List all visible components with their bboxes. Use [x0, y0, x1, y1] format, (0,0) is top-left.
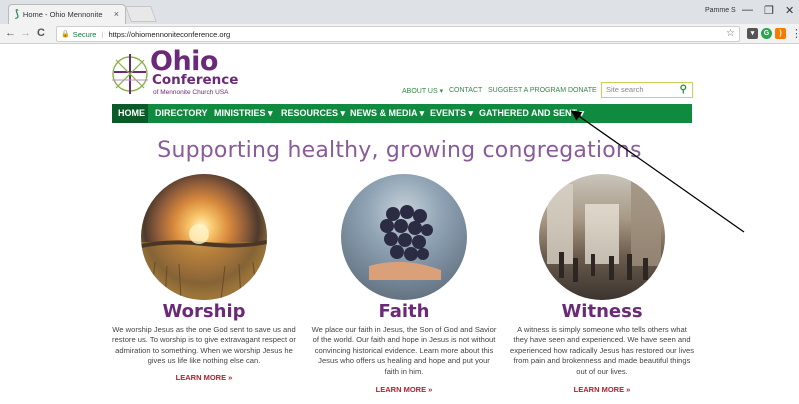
browser-tab-bar: ⟆ Home - Ohio Mennonite × Pamme S — ❐ ✕ — [0, 0, 799, 24]
nav-news-media[interactable]: NEWS & MEDIA ▾ — [350, 108, 424, 119]
faith-heading: Faith — [378, 301, 430, 322]
faith-description: We place our faith in Jesus, the Son of … — [302, 325, 506, 377]
worship-line: gives us life like nothing else can. — [147, 356, 261, 366]
reload-button[interactable]: C — [37, 27, 45, 39]
faith-learn-more-link[interactable]: LEARN MORE » — [341, 385, 467, 394]
browser-tab[interactable]: ⟆ Home - Ohio Mennonite × — [8, 4, 126, 24]
bookmark-star-icon[interactable]: ☆ — [726, 28, 735, 39]
witness-heading: Witness — [561, 301, 643, 322]
worship-line: We worship Jesus as the one God sent to … — [112, 325, 296, 334]
search-placeholder: Site search — [606, 85, 644, 94]
hero-heading: Supporting healthy, growing congregation… — [157, 138, 642, 163]
browser-menu-icon[interactable]: ⋮ — [791, 27, 799, 40]
grammarly-extension-icon[interactable]: G — [761, 28, 772, 39]
lock-icon: 🔒 — [61, 31, 70, 38]
witness-learn-more-link[interactable]: LEARN MORE » — [539, 385, 665, 394]
witness-line: from pain and brokenness and made beauti… — [513, 356, 691, 366]
main-navigation: HOME DIRECTORY MINISTRIES ▾ RESOURCES ▾ … — [112, 104, 692, 123]
witness-description: A witness is simply someone who tells ot… — [500, 325, 704, 377]
faith-line: Jesus who offers us healing and hope and… — [318, 356, 490, 366]
worship-line: admiration to something. When we worship… — [115, 345, 293, 355]
nav-events[interactable]: EVENTS ▾ — [430, 108, 473, 119]
close-window-button[interactable]: ✕ — [785, 4, 794, 17]
nav-about-us[interactable]: ABOUT US ▾ — [402, 87, 443, 95]
site-favicon-icon: ⟆ — [15, 9, 19, 20]
tab-title: Home - Ohio Mennonite — [22, 10, 103, 19]
witness-line: out of our lives. — [576, 366, 628, 376]
site-search-input[interactable]: Site search ⚲ — [601, 82, 693, 98]
witness-line: A witness is simply someone who tells ot… — [517, 325, 687, 334]
logo-subtitle: Conference — [152, 72, 239, 88]
logo-tagline: of Mennonite Church USA — [153, 89, 229, 96]
minimize-button[interactable]: — — [742, 4, 753, 16]
worship-description: We worship Jesus as the one God sent to … — [103, 325, 305, 367]
witness-line: they have seen and experienced. We have … — [513, 335, 691, 345]
nav-ministries[interactable]: MINISTRIES ▾ — [214, 108, 273, 119]
rss-extension-icon[interactable]: ) — [775, 28, 786, 39]
worship-image[interactable] — [141, 174, 267, 300]
faith-line: We place our faith in Jesus, the Son of … — [311, 325, 497, 334]
nav-home[interactable]: HOME — [118, 108, 145, 118]
worship-learn-more-link[interactable]: LEARN MORE » — [141, 373, 267, 382]
witness-line: experienced how radically Jesus has rest… — [509, 345, 695, 355]
nav-resources[interactable]: RESOURCES ▾ — [281, 108, 345, 119]
nav-suggest-program[interactable]: SUGGEST A PROGRAM — [488, 87, 566, 94]
faith-image[interactable] — [341, 174, 467, 300]
secure-label: Secure — [72, 29, 97, 39]
back-button[interactable]: ← — [5, 27, 16, 39]
worship-line: restore us. To worship is to give extrav… — [112, 335, 296, 345]
url-text[interactable]: https://ohiomennoniteconference.org — [108, 30, 230, 39]
pocket-extension-icon[interactable]: ▾ — [747, 28, 758, 39]
forward-button[interactable]: → — [20, 27, 31, 39]
address-bar[interactable]: 🔒 Secure | https://ohiomennoniteconferen… — [56, 26, 740, 42]
nav-gathered-and-sent[interactable]: GATHERED AND SENT ▾ — [479, 108, 584, 119]
worship-heading: Worship — [162, 301, 246, 322]
new-tab-button[interactable] — [125, 6, 157, 22]
nav-contact[interactable]: CONTACT — [449, 87, 482, 94]
search-icon[interactable]: ⚲ — [680, 83, 687, 96]
site-logo[interactable]: Ohio Conference of Mennonite Church USA — [110, 46, 260, 98]
nav-donate[interactable]: DONATE — [568, 87, 597, 94]
restore-button[interactable]: ❐ — [764, 4, 774, 17]
faith-line: of the world. Our faith and hope in Jesu… — [312, 335, 496, 345]
profile-name[interactable]: Pamme S — [705, 7, 736, 14]
address-separator: | — [101, 29, 104, 39]
logo-cross-icon — [112, 54, 148, 94]
nav-directory[interactable]: DIRECTORY — [155, 108, 208, 118]
faith-line: convincing historical evidence. Learn mo… — [314, 345, 494, 355]
faith-line: faith in him. — [384, 366, 424, 376]
browser-toolbar: ← → C 🔒 Secure | https://ohiomennoniteco… — [0, 24, 799, 44]
close-tab-icon[interactable]: × — [114, 9, 119, 19]
witness-image[interactable] — [539, 174, 665, 300]
